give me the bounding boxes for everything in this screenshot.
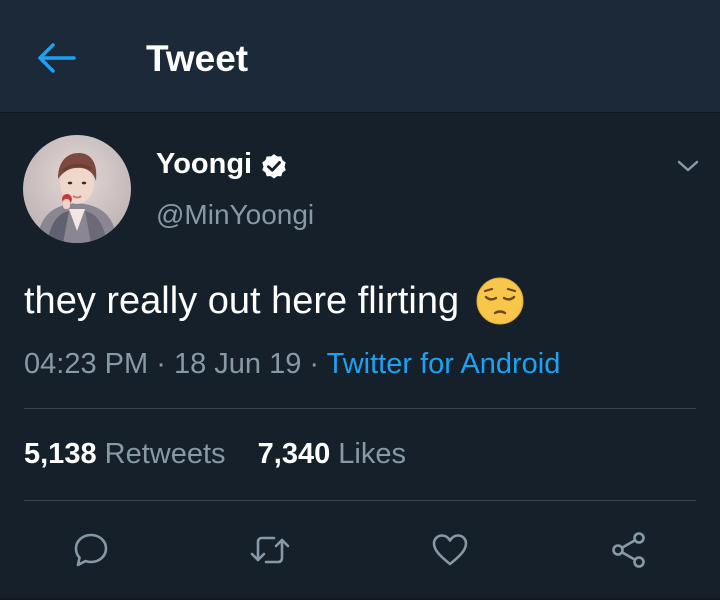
- share-icon: [612, 532, 645, 568]
- author-handle[interactable]: @MinYoongi: [156, 199, 314, 231]
- meta-separator: ·: [309, 348, 320, 380]
- tweet-stats: 5,138 Retweets 7,340 Likes: [24, 438, 406, 471]
- retweets-count: 5,138: [24, 438, 97, 470]
- retweets-label: Retweets: [104, 438, 226, 470]
- reply-icon: [74, 533, 108, 567]
- page-title: Tweet: [146, 38, 249, 79]
- likes-label: Likes: [338, 438, 406, 470]
- arrow-left-icon: [38, 43, 76, 73]
- likes-count: 7,340: [257, 438, 331, 470]
- tweet-source-link[interactable]: Twitter for Android: [327, 348, 561, 380]
- retweet-icon: [250, 536, 290, 564]
- share-button[interactable]: [603, 524, 655, 576]
- verified-badge-icon: [262, 154, 286, 179]
- divider: [24, 408, 696, 409]
- tweet-options-button[interactable]: [672, 150, 704, 182]
- author-display-name[interactable]: Yoongi: [156, 148, 252, 181]
- tweet-actions-bar: [0, 520, 720, 580]
- pensive-face-icon: [476, 277, 524, 325]
- meta-separator: ·: [156, 348, 166, 380]
- retweet-button[interactable]: [244, 524, 296, 576]
- avatar-image: [23, 135, 131, 243]
- tweet-time: 04:23 PM: [24, 348, 149, 380]
- divider: [24, 500, 696, 501]
- tweet-metadata: 04:23 PM · 18 Jun 19 · Twitter for Andro…: [24, 348, 560, 381]
- top-app-bar: Tweet: [0, 0, 720, 113]
- likes-stat[interactable]: 7,340 Likes: [258, 438, 406, 470]
- retweets-stat[interactable]: 5,138 Retweets: [24, 438, 226, 470]
- chevron-down-icon: [677, 160, 699, 172]
- tweet-date: 18 Jun 19: [173, 348, 302, 380]
- heart-icon: [432, 534, 468, 566]
- tweet-text: they really out here flirting: [24, 279, 460, 322]
- like-button[interactable]: [424, 524, 476, 576]
- reply-button[interactable]: [65, 524, 117, 576]
- tweet-body: they really out here flirting: [24, 276, 525, 326]
- back-button[interactable]: [30, 36, 82, 80]
- avatar[interactable]: [23, 135, 131, 243]
